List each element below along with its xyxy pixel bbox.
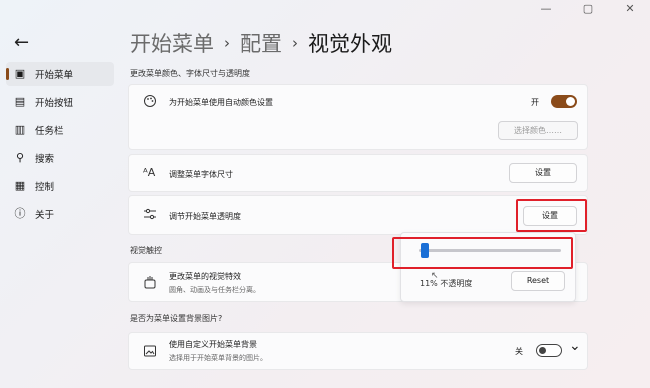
highlight-box-settings <box>516 199 587 232</box>
sliders-icon <box>143 207 157 224</box>
sidebar-item-label: 控制 <box>35 182 55 193</box>
font-size-settings-button[interactable]: 设置 <box>509 163 577 183</box>
section-label-background: 是否为菜单设置背景图片? <box>130 314 223 323</box>
background-image-card: 使用自定义开始菜单背景 选择用于开始菜单背景的图片。 关 ⌄ <box>128 332 588 370</box>
mouse-cursor-icon: ↖ <box>431 271 439 281</box>
palette-icon <box>143 94 157 111</box>
section-label-appearance: 更改菜单颜色、字体尺寸与透明度 <box>130 69 250 78</box>
taskbar-icon: ▥ <box>14 123 26 136</box>
opacity-value-label: 11% 不透明度 <box>420 279 473 288</box>
maximize-button[interactable]: ▢ <box>576 2 600 15</box>
chevron-right-icon: › <box>224 34 230 52</box>
auto-color-card: 为开始菜单使用自动颜色设置 开 选择颜色…… <box>128 84 588 150</box>
choose-color-button[interactable]: 选择颜色…… <box>498 121 578 140</box>
sidebar-item-label: 关于 <box>35 210 55 221</box>
effects-icon <box>143 275 157 292</box>
window-controls: — ▢ ✕ <box>534 2 642 15</box>
background-image-toggle[interactable] <box>536 344 562 357</box>
auto-color-label: 为开始菜单使用自动颜色设置 <box>169 98 273 107</box>
font-size-card: ᴬA 调整菜单字体尺寸 设置 <box>128 154 588 192</box>
sidebar-item-label: 开始菜单 <box>35 70 74 81</box>
background-image-subtitle: 选择用于开始菜单背景的图片。 <box>169 354 267 362</box>
transparency-label: 调节开始菜单透明度 <box>169 212 241 221</box>
start-menu-icon: ▣ <box>14 67 26 80</box>
breadcrumb-config[interactable]: 配置 <box>240 28 282 58</box>
image-icon <box>143 344 157 361</box>
breadcrumb-start-menu[interactable]: 开始菜单 <box>130 28 214 58</box>
font-size-icon: ᴬA <box>143 166 156 179</box>
control-icon: ▦ <box>14 179 26 192</box>
highlight-box-slider <box>392 237 573 269</box>
opacity-reset-button[interactable]: Reset <box>511 271 565 291</box>
sidebar-item-label: 任务栏 <box>35 126 64 137</box>
minimize-button[interactable]: — <box>534 2 558 15</box>
page-title: 视觉外观 <box>308 32 392 56</box>
section-label-visual-touch: 视觉触控 <box>130 246 162 255</box>
start-button-icon: ▤ <box>14 95 26 108</box>
back-arrow-icon[interactable]: ← <box>14 32 29 53</box>
auto-color-toggle-label: 开 <box>531 98 539 107</box>
sidebar-item-label: 开始按钮 <box>35 98 74 109</box>
search-icon: ⚲ <box>15 151 25 164</box>
font-size-label: 调整菜单字体尺寸 <box>169 170 233 179</box>
sidebar-item-label: 搜索 <box>35 154 55 165</box>
sidebar-item-about[interactable]: ⓘ 关于 <box>6 202 114 226</box>
sidebar-item-search[interactable]: ⚲ 搜索 <box>6 146 114 170</box>
background-toggle-label: 关 <box>515 347 523 356</box>
sidebar: ▣ 开始菜单 ▤ 开始按钮 ▥ 任务栏 ⚲ 搜索 ▦ 控制 ⓘ 关于 <box>6 62 114 230</box>
sidebar-item-control[interactable]: ▦ 控制 <box>6 174 114 198</box>
chevron-down-icon[interactable]: ⌄ <box>569 338 581 354</box>
info-icon: ⓘ <box>14 207 26 220</box>
auto-color-toggle[interactable] <box>551 95 577 108</box>
sidebar-item-taskbar[interactable]: ▥ 任务栏 <box>6 118 114 142</box>
chevron-right-icon: › <box>292 34 298 52</box>
close-button[interactable]: ✕ <box>618 2 642 15</box>
background-image-title: 使用自定义开始菜单背景 <box>169 340 257 349</box>
breadcrumb: 开始菜单 › 配置 › 视觉外观 <box>130 28 392 58</box>
sidebar-item-start-button[interactable]: ▤ 开始按钮 <box>6 90 114 114</box>
visual-effects-title: 更改菜单的视觉特效 <box>169 272 241 281</box>
visual-effects-subtitle: 圆角、动画及与任务栏分离。 <box>169 286 260 294</box>
sidebar-item-start-menu[interactable]: ▣ 开始菜单 <box>6 62 114 86</box>
